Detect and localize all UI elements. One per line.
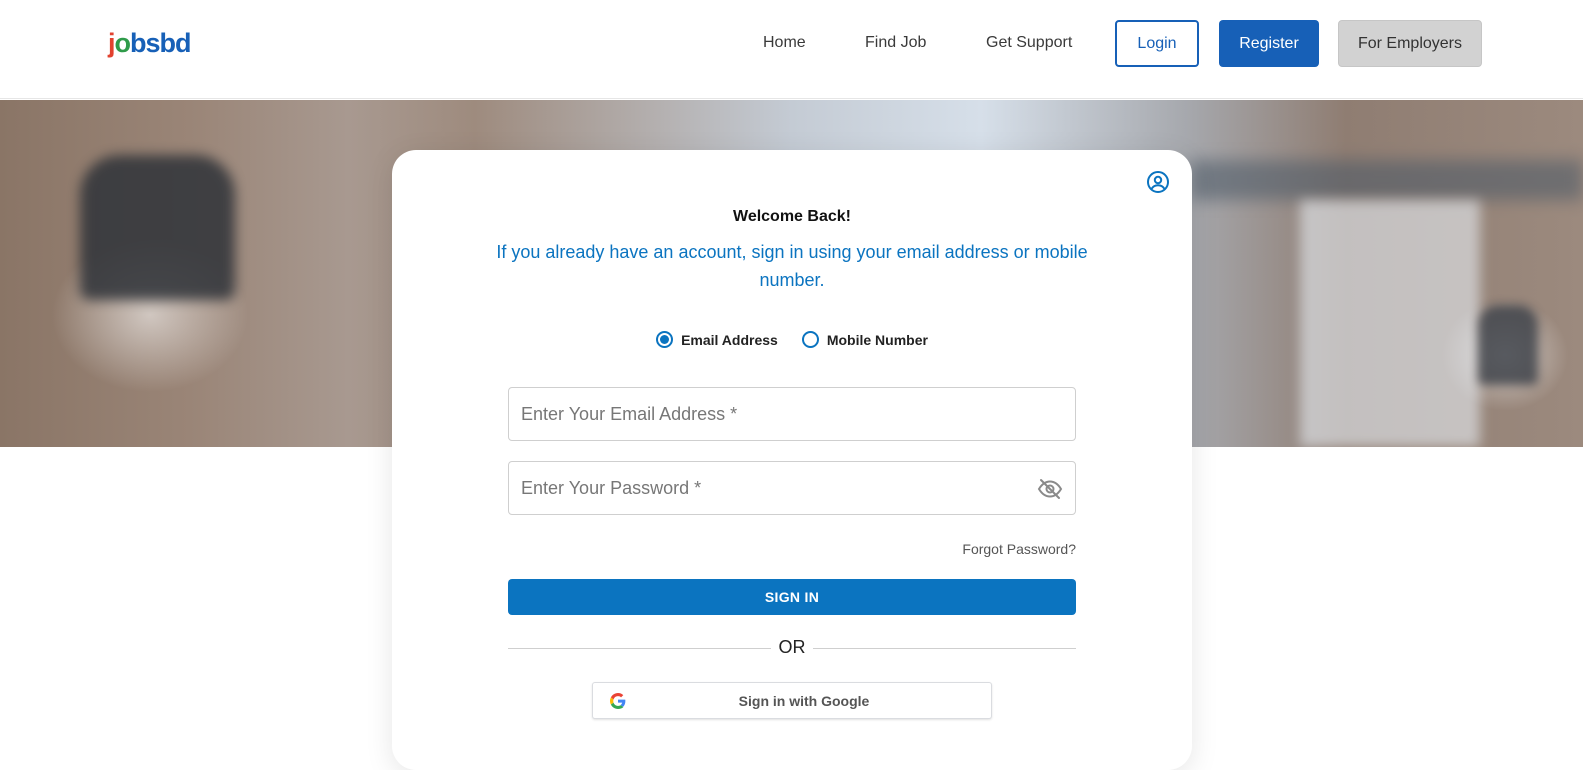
email-field — [508, 387, 1076, 441]
register-button[interactable]: Register — [1219, 20, 1319, 67]
divider-left — [508, 648, 771, 649]
window-shape — [1300, 200, 1480, 447]
or-divider-text: OR — [778, 637, 806, 657]
password-field — [508, 461, 1076, 515]
pendant-lamp-shape — [1478, 305, 1538, 385]
forgot-password-link[interactable]: Forgot Password? — [962, 541, 1076, 557]
google-sign-in-button[interactable]: Sign in with Google — [592, 682, 992, 719]
radio-dot[interactable] — [801, 331, 819, 348]
password-input[interactable] — [509, 462, 1075, 514]
divider-right — [813, 648, 1076, 649]
nav-get-support[interactable]: Get Support — [986, 34, 1072, 52]
eye-off-icon[interactable] — [1037, 478, 1063, 500]
site-header: jobsbd Home Find Job Get Support Login R… — [0, 0, 1583, 99]
ceiling-beam-shape — [1190, 160, 1583, 200]
for-employers-button[interactable]: For Employers — [1338, 20, 1482, 67]
email-input[interactable] — [509, 388, 1075, 440]
login-card: Welcome Back! If you already have an acc… — [392, 150, 1192, 770]
email-address-radio-label: Email Address — [681, 331, 778, 348]
pendant-lamp-shape — [80, 155, 235, 300]
sign-in-button[interactable]: SIGN IN — [508, 579, 1076, 615]
email-address-radio[interactable]: Email Address — [656, 331, 778, 348]
radio-dot-selected[interactable] — [656, 331, 674, 348]
login-subtitle: If you already have an account, sign in … — [496, 242, 1088, 290]
user-circle-icon[interactable] — [1146, 170, 1170, 194]
google-g-icon — [610, 693, 626, 709]
google-sign-in-label: Sign in with Google — [738, 692, 870, 709]
logo[interactable]: jobsbd — [108, 28, 192, 59]
mobile-number-radio-label: Mobile Number — [826, 331, 928, 348]
logo-text: bsbd — [130, 28, 191, 58]
nav-find-job[interactable]: Find Job — [865, 34, 926, 52]
welcome-heading: Welcome Back! — [733, 208, 851, 225]
login-method-radio-group: Email Address Mobile Number — [392, 331, 1192, 348]
logo-letter-o: o — [114, 28, 131, 58]
mobile-number-radio[interactable]: Mobile Number — [801, 331, 928, 348]
login-button[interactable]: Login — [1115, 20, 1199, 67]
nav-home[interactable]: Home — [763, 34, 806, 52]
